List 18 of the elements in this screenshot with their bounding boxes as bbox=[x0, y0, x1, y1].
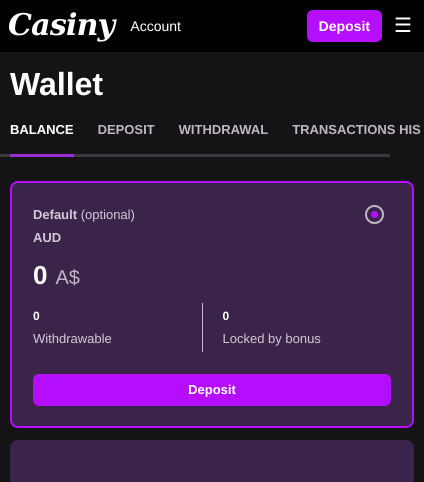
stat-label: Locked by bonus bbox=[222, 330, 322, 348]
logo[interactable]: Casiny bbox=[8, 11, 114, 41]
account-link[interactable]: Account bbox=[130, 16, 181, 36]
radio-button[interactable] bbox=[365, 204, 384, 224]
currency-code: AUD bbox=[33, 229, 62, 247]
currency-symbol: A$ bbox=[55, 266, 80, 290]
tab[interactable]: WITHDRAWAL bbox=[178, 116, 268, 156]
stat-value: 0 bbox=[33, 308, 41, 324]
deposit-button[interactable]: Deposit bbox=[306, 10, 382, 42]
stat-label: Withdrawable bbox=[33, 330, 113, 348]
deposit-button[interactable]: Deposit bbox=[33, 374, 391, 406]
tab[interactable]: TRANSACTIONS HIS bbox=[292, 116, 421, 156]
page-title: Wallet bbox=[9, 65, 104, 104]
tab[interactable]: BALANCE bbox=[10, 116, 74, 156]
balance-amount: 0 bbox=[33, 258, 48, 292]
stat-value: 0 bbox=[222, 308, 230, 324]
wallet-name: Default (optional) bbox=[33, 206, 135, 224]
tab[interactable]: DEPOSIT bbox=[98, 116, 155, 156]
